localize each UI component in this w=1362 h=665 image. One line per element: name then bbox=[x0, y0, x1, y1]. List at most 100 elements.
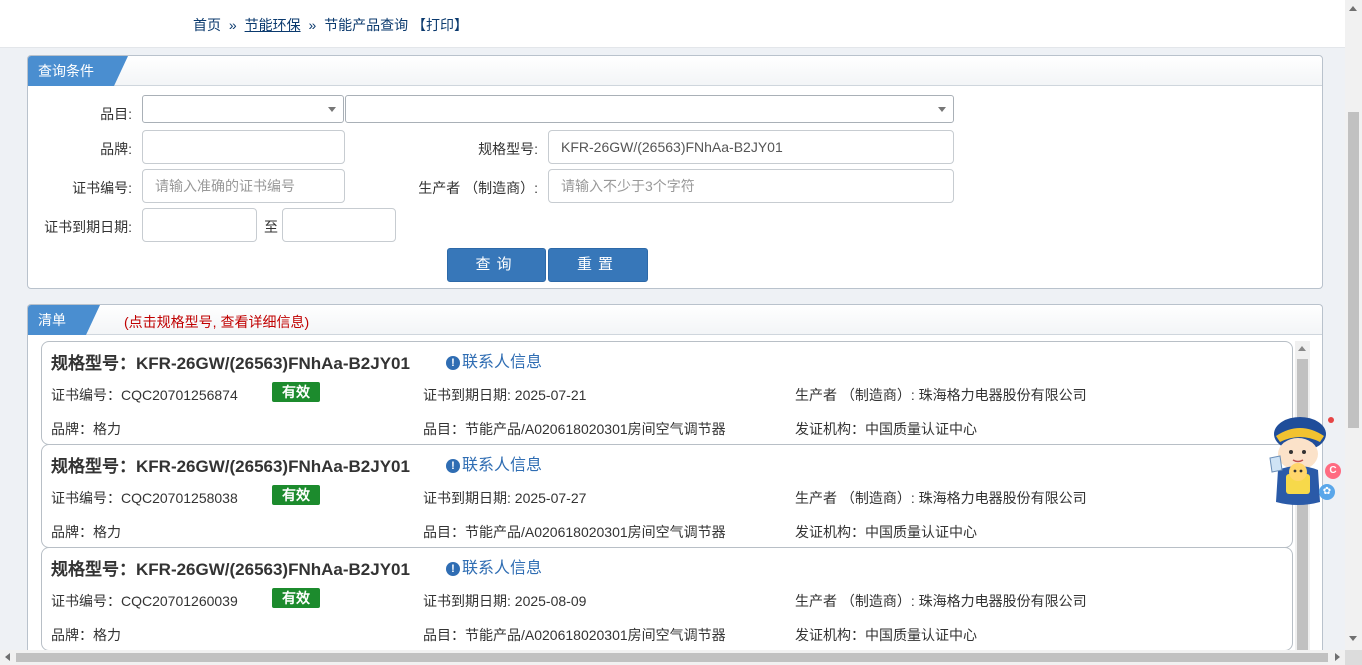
card-model-title[interactable]: 规格型号：KFR-26GW/(26563)FNhAa-B2JY01 bbox=[51, 349, 410, 374]
result-list-header: 清单 (点击规格型号, 查看详细信息) bbox=[28, 305, 1322, 335]
subcategory-select[interactable] bbox=[345, 95, 954, 123]
scroll-down-icon[interactable] bbox=[1349, 636, 1357, 641]
brand-value: 格力 bbox=[93, 421, 121, 437]
expiry-prefix: 证书到期日期: bbox=[423, 490, 515, 506]
breadcrumb-separator: » bbox=[308, 17, 317, 33]
producer-input[interactable]: 请输入不少于3个字符 bbox=[548, 169, 954, 203]
search-button[interactable]: 查询 bbox=[447, 248, 546, 282]
brand-field: 品牌：格力 bbox=[51, 419, 121, 439]
expiry-field: 证书到期日期: 2025-08-09 bbox=[423, 591, 586, 611]
brand-input[interactable] bbox=[142, 130, 345, 164]
producer-field: 生产者 （制造商）: 珠海格力电器股份有限公司 bbox=[795, 385, 1087, 405]
result-card: 规格型号：KFR-26GW/(26563)FNhAa-B2JY01 ! 联系人信息… bbox=[41, 547, 1293, 651]
contact-info-link[interactable]: ! 联系人信息 bbox=[446, 554, 542, 578]
expiry-from-input[interactable] bbox=[142, 208, 257, 242]
result-list[interactable]: 规格型号：KFR-26GW/(26563)FNhAa-B2JY01 ! 联系人信息… bbox=[41, 341, 1293, 663]
issuer-value: 中国质量认证中心 bbox=[865, 627, 977, 643]
category-field: 品目：节能产品/A020618020301房间空气调节器 bbox=[423, 522, 726, 542]
chevron-down-icon bbox=[328, 107, 336, 112]
scrollbar-thumb[interactable] bbox=[16, 653, 1328, 662]
issuer-value: 中国质量认证中心 bbox=[865, 421, 977, 437]
print-link[interactable]: 【打印】 bbox=[412, 17, 468, 33]
cert-no-value: CQC20701258038 bbox=[121, 490, 238, 506]
query-panel-title: 查询条件 bbox=[28, 56, 128, 86]
scroll-right-icon[interactable] bbox=[1335, 653, 1340, 661]
card-model-title[interactable]: 规格型号：KFR-26GW/(26563)FNhAa-B2JY01 bbox=[51, 555, 410, 580]
issuer-field: 发证机构：中国质量认证中心 bbox=[795, 625, 977, 645]
category-prefix: 品目： bbox=[423, 421, 465, 437]
expiry-to-input[interactable] bbox=[282, 208, 396, 242]
issuer-value: 中国质量认证中心 bbox=[865, 524, 977, 540]
scroll-up-icon[interactable] bbox=[1349, 6, 1357, 11]
contact-info-link[interactable]: ! 联系人信息 bbox=[446, 348, 542, 372]
brand-prefix: 品牌： bbox=[51, 627, 93, 643]
cert-no-label: 证书编号: bbox=[72, 180, 132, 196]
model-value[interactable]: KFR-26GW/(26563)FNhAa-B2JY01 bbox=[136, 354, 410, 373]
exclamation-circle-icon: ! bbox=[446, 562, 460, 576]
model-prefix: 规格型号： bbox=[51, 560, 136, 580]
cert-no-value: CQC20701256874 bbox=[121, 387, 238, 403]
cert-no-prefix: 证书编号： bbox=[51, 490, 121, 506]
category-select[interactable] bbox=[142, 95, 344, 123]
expiry-to-label: 至 bbox=[264, 219, 278, 235]
brand-field: 品牌：格力 bbox=[51, 625, 121, 645]
brand-field: 品牌：格力 bbox=[51, 522, 121, 542]
brand-prefix: 品牌： bbox=[51, 421, 93, 437]
query-panel-header: 查询条件 bbox=[28, 56, 1322, 86]
issuer-field: 发证机构：中国质量认证中心 bbox=[795, 522, 977, 542]
cert-no-field: 证书编号：CQC20701260039 bbox=[51, 591, 238, 611]
producer-field: 生产者 （制造商）: 珠海格力电器股份有限公司 bbox=[795, 591, 1087, 611]
query-panel: 查询条件 品目: 品牌: 规格型号: KFR-26GW/(26563)FNhAa… bbox=[27, 55, 1323, 289]
mascot-widget[interactable]: C ✿ bbox=[1262, 410, 1342, 510]
expiry-label: 证书到期日期: bbox=[44, 219, 132, 235]
page-vertical-scrollbar[interactable] bbox=[1345, 0, 1362, 650]
breadcrumb: 首页 » 节能环保 » 节能产品查询 【打印】 bbox=[193, 15, 468, 35]
cert-no-prefix: 证书编号： bbox=[51, 387, 121, 403]
mascot-badge-c[interactable]: C bbox=[1325, 463, 1341, 479]
model-value[interactable]: KFR-26GW/(26563)FNhAa-B2JY01 bbox=[136, 457, 410, 476]
producer-label: 生产者 （制造商）: bbox=[418, 180, 538, 196]
model-value[interactable]: KFR-26GW/(26563)FNhAa-B2JY01 bbox=[136, 560, 410, 579]
contact-info-label: 联系人信息 bbox=[462, 457, 543, 474]
category-prefix: 品目： bbox=[423, 524, 465, 540]
cert-no-prefix: 证书编号： bbox=[51, 593, 121, 609]
issuer-field: 发证机构：中国质量认证中心 bbox=[795, 419, 977, 439]
exclamation-circle-icon: ! bbox=[446, 356, 460, 370]
producer-value: 珠海格力电器股份有限公司 bbox=[918, 593, 1087, 609]
contact-info-label: 联系人信息 bbox=[462, 354, 543, 371]
contact-info-link[interactable]: ! 联系人信息 bbox=[446, 451, 542, 475]
exclamation-circle-icon: ! bbox=[446, 459, 460, 473]
category-field: 品目：节能产品/A020618020301房间空气调节器 bbox=[423, 419, 726, 439]
model-label: 规格型号: bbox=[478, 141, 538, 157]
producer-value: 珠海格力电器股份有限公司 bbox=[918, 490, 1087, 506]
issuer-prefix: 发证机构： bbox=[795, 627, 865, 643]
page-horizontal-scrollbar[interactable] bbox=[0, 650, 1345, 665]
breadcrumb-section-link[interactable]: 节能环保 bbox=[245, 17, 301, 33]
issuer-prefix: 发证机构： bbox=[795, 524, 865, 540]
reset-button[interactable]: 重置 bbox=[548, 248, 648, 282]
breadcrumb-separator: » bbox=[228, 17, 237, 33]
cert-no-value: CQC20701260039 bbox=[121, 593, 238, 609]
chevron-down-icon bbox=[938, 107, 946, 112]
expiry-field: 证书到期日期: 2025-07-21 bbox=[423, 385, 586, 405]
result-list-panel: 清单 (点击规格型号, 查看详细信息) 规格型号：KFR-26GW/(26563… bbox=[27, 304, 1323, 665]
issuer-prefix: 发证机构： bbox=[795, 421, 865, 437]
category-field: 品目：节能产品/A020618020301房间空气调节器 bbox=[423, 625, 726, 645]
cert-no-field: 证书编号：CQC20701256874 bbox=[51, 385, 238, 405]
card-model-title[interactable]: 规格型号：KFR-26GW/(26563)FNhAa-B2JY01 bbox=[51, 452, 410, 477]
result-card: 规格型号：KFR-26GW/(26563)FNhAa-B2JY01 ! 联系人信息… bbox=[41, 444, 1293, 548]
scroll-left-icon[interactable] bbox=[5, 653, 10, 661]
expiry-value: 2025-07-27 bbox=[514, 490, 587, 506]
model-prefix: 规格型号： bbox=[51, 457, 136, 477]
expiry-prefix: 证书到期日期: bbox=[423, 593, 515, 609]
cert-no-input[interactable]: 请输入准确的证书编号 bbox=[142, 169, 345, 203]
scrollbar-thumb[interactable] bbox=[1348, 112, 1359, 428]
model-input[interactable]: KFR-26GW/(26563)FNhAa-B2JY01 bbox=[548, 130, 954, 164]
mascot-badge-shirt[interactable]: ✿ bbox=[1319, 484, 1335, 500]
category-label: 品目: bbox=[100, 106, 132, 122]
result-list-title: 清单 bbox=[28, 305, 100, 335]
brand-label: 品牌: bbox=[100, 141, 132, 157]
breadcrumb-home-link[interactable]: 首页 bbox=[193, 17, 221, 33]
producer-value: 珠海格力电器股份有限公司 bbox=[918, 387, 1087, 403]
scroll-up-icon[interactable] bbox=[1298, 346, 1306, 351]
